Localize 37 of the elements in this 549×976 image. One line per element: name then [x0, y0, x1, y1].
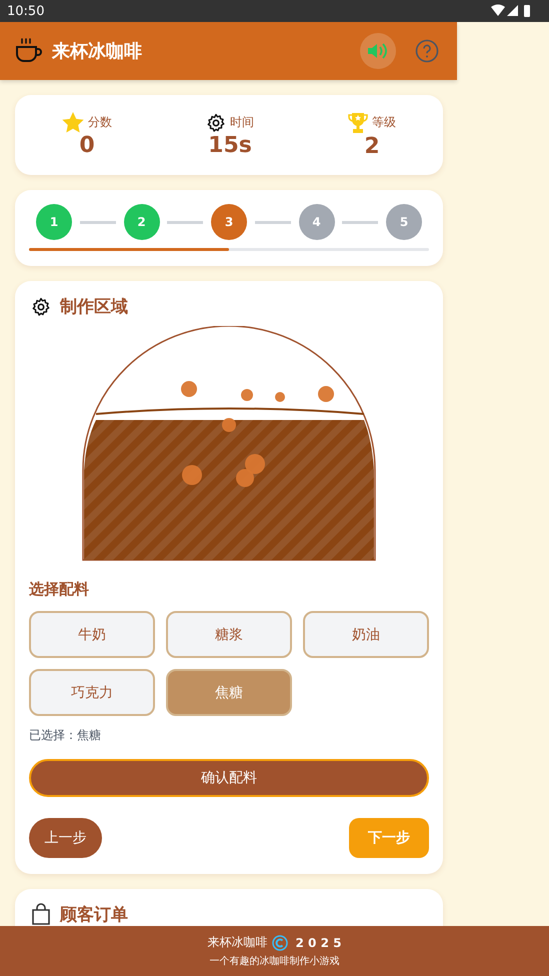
ingredient-button[interactable]: 焦糖: [166, 669, 292, 716]
previous-button[interactable]: 上一步: [29, 818, 102, 858]
gear-icon: [31, 296, 51, 316]
step-circle: 4: [298, 204, 334, 240]
sound-button[interactable]: [360, 33, 396, 69]
stat-label: 等级: [372, 114, 396, 131]
ingredient-button[interactable]: 糖浆: [166, 611, 292, 658]
section-title: 顾客订单: [60, 904, 128, 926]
status-time: 10:50: [7, 4, 44, 18]
ingredient-button[interactable]: 巧克力: [29, 669, 155, 716]
shopping-bag-icon: [31, 903, 51, 925]
section-heading: 选择配料: [29, 580, 90, 599]
help-icon[interactable]: [415, 39, 439, 63]
section-title: 制作区域: [60, 296, 128, 318]
footer-year: 2 0 2 5: [296, 936, 342, 950]
stat-label: 时间: [230, 114, 254, 131]
ingredient-button[interactable]: 奶油: [303, 611, 429, 658]
confirm-button[interactable]: 确认配料: [29, 759, 429, 797]
copyright-icon: [272, 934, 288, 950]
step-circle: 5: [386, 204, 422, 240]
coffee-cup-icon: [15, 38, 43, 64]
stat-value: 0: [79, 133, 95, 158]
star-icon: [62, 112, 84, 133]
step-circle: 2: [124, 204, 160, 240]
footer-brand: 来杯冰咖啡: [208, 934, 268, 951]
gear-icon: [206, 112, 226, 132]
footer-tagline: 一个有趣的冰咖啡制作小游戏: [210, 954, 340, 968]
trophy-icon: [348, 112, 368, 134]
selection-text: 已选择：焦糖: [29, 727, 102, 744]
speaker-icon: [367, 42, 389, 60]
ingredient-button[interactable]: 牛奶: [29, 611, 155, 658]
app-title: 来杯冰咖啡: [52, 40, 143, 63]
step-circle: 3: [211, 204, 247, 240]
stat-value: 2: [364, 134, 380, 158]
stat-value: 15s: [208, 132, 252, 158]
stat-label: 分数: [88, 114, 112, 131]
step-circle: 1: [36, 204, 72, 240]
